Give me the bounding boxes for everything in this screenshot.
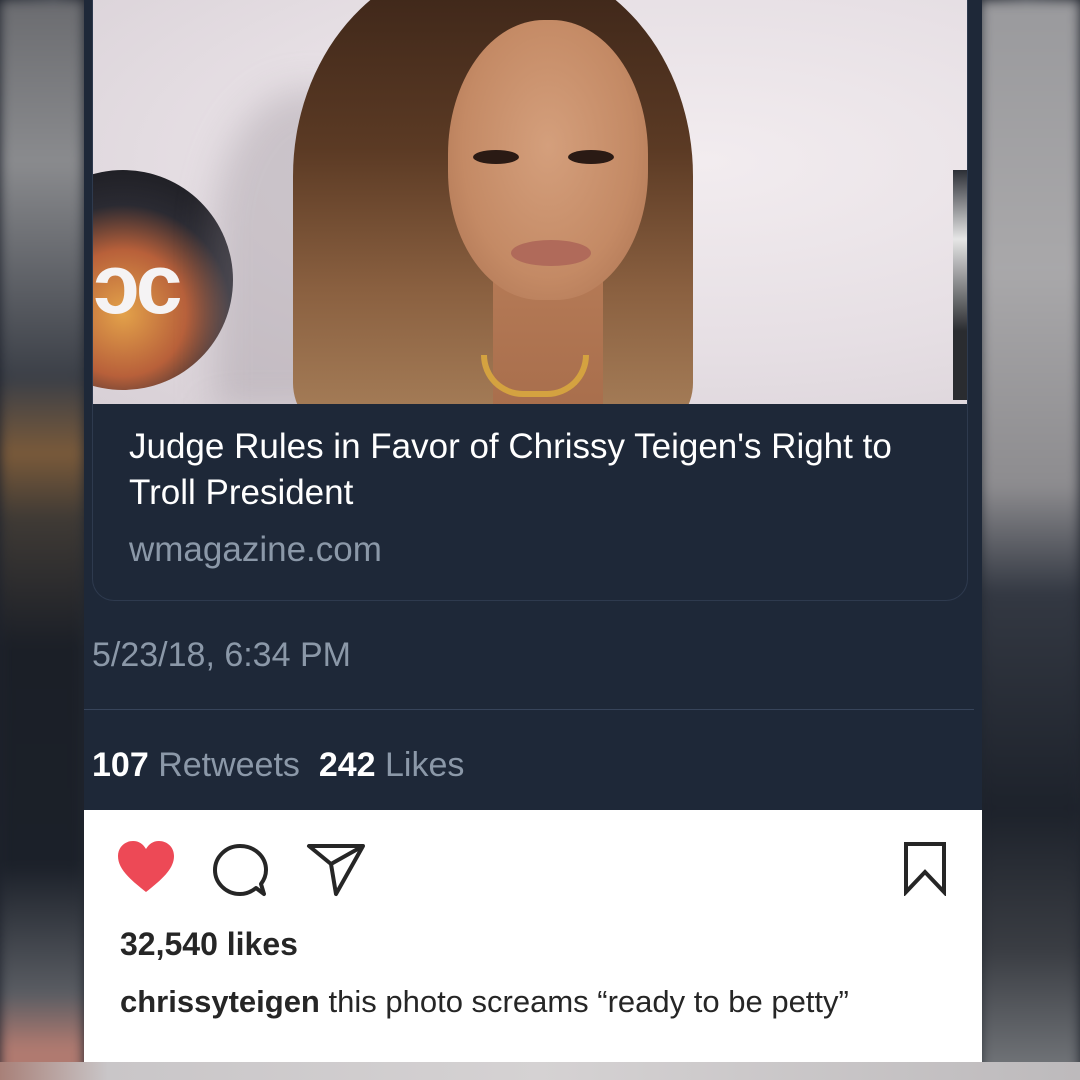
blurred-background-right <box>980 0 1080 1080</box>
abc-logo-text: ɔc <box>93 237 182 331</box>
blurred-background-bottom <box>0 1062 1080 1080</box>
post-likes-count[interactable]: 32,540 likes <box>120 926 298 963</box>
post-caption: chrissyteigen this photo screams “ready … <box>120 982 910 1022</box>
link-preview-card[interactable]: ɔc Judge Rules in Favor of Chrissy Teige… <box>92 0 968 601</box>
instagram-post-footer: 32,540 likes chrissyteigen this photo sc… <box>84 810 982 1062</box>
card-domain: wmagazine.com <box>129 530 382 569</box>
caption-username[interactable]: chrissyteigen <box>120 984 320 1019</box>
screenshot-stage: ɔc Judge Rules in Favor of Chrissy Teige… <box>0 0 1080 1080</box>
blurred-background-left <box>0 0 84 1080</box>
tweet-detail: ɔc Judge Rules in Favor of Chrissy Teige… <box>84 0 982 810</box>
photo-eye-right <box>568 150 614 164</box>
photo-lips <box>511 240 591 266</box>
bookmark-icon[interactable] <box>902 840 948 896</box>
card-headline[interactable]: Judge Rules in Favor of Chrissy Teigen's… <box>129 424 949 516</box>
photo-eye-left <box>473 150 519 164</box>
tweet-timestamp: 5/23/18, 6:34 PM <box>92 636 351 674</box>
divider <box>84 709 974 710</box>
likes-label[interactable]: Likes <box>385 746 464 784</box>
share-icon[interactable] <box>306 842 366 898</box>
retweets-label[interactable]: Retweets <box>158 746 300 784</box>
heart-icon[interactable] <box>116 840 176 894</box>
likes-count[interactable]: 242 <box>319 746 376 784</box>
comment-icon[interactable] <box>212 842 268 898</box>
tweet-stats: 107 Retweets 242 Likes <box>92 746 464 785</box>
retweets-count[interactable]: 107 <box>92 746 149 784</box>
card-photo: ɔc <box>93 0 967 404</box>
photo-backdrop-edge <box>953 170 967 400</box>
caption-text: this photo screams “ready to be petty” <box>328 984 849 1019</box>
